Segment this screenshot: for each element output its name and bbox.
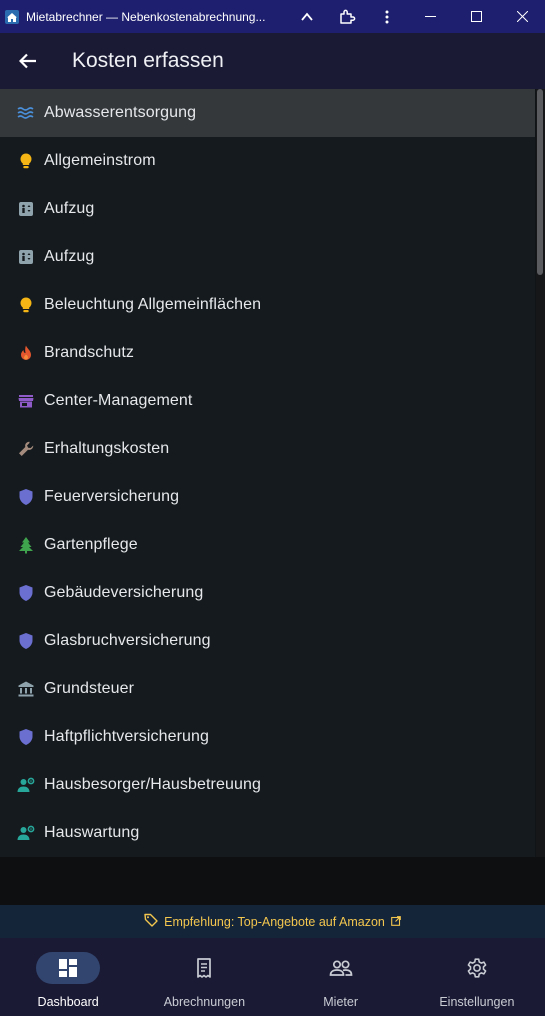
list-item-label: Hauswartung: [44, 824, 140, 841]
shield-icon: [16, 487, 36, 507]
scrollbar-thumb[interactable]: [537, 89, 543, 275]
bottom-navigation: Dashboard Abrechnungen Mieter Einstellun…: [0, 938, 545, 1016]
list-item-hausbesorger[interactable]: Hausbesorger/Hausbetreuung: [0, 761, 535, 809]
external-link-icon: [391, 915, 401, 929]
tree-icon: [16, 535, 36, 555]
list-item-erhaltungskosten[interactable]: Erhaltungskosten: [0, 425, 535, 473]
list-item-label: Aufzug: [44, 248, 95, 265]
list-item-haftpflichtversicherung[interactable]: Haftpflichtversicherung: [0, 713, 535, 761]
nav-label: Mieter: [323, 995, 358, 1009]
list-item-abwasserentsorgung[interactable]: Abwasserentsorgung: [0, 89, 535, 137]
minimize-icon[interactable]: [407, 0, 453, 33]
list-item-label: Brandschutz: [44, 344, 135, 361]
shield-icon: [16, 727, 36, 747]
list-item-aufzug[interactable]: Aufzug: [0, 233, 535, 281]
people-icon: [309, 952, 373, 984]
elevator-icon: [16, 199, 36, 219]
list-item-aufzug[interactable]: Aufzug: [0, 185, 535, 233]
lightbulb-icon: [16, 295, 36, 315]
banner-text: Empfehlung: Top-Angebote auf Amazon: [164, 914, 385, 929]
window-titlebar: Mietabrechner — Nebenkostenabrechnung...: [0, 0, 545, 33]
nav-label: Dashboard: [37, 995, 99, 1009]
nav-mieter[interactable]: Mieter: [273, 938, 409, 1016]
list-item-label: Gebäudeversicherung: [44, 584, 204, 601]
elevator-icon: [16, 247, 36, 267]
list-item-feuerversicherung[interactable]: Feuerversicherung: [0, 473, 535, 521]
shield-icon: [16, 583, 36, 603]
shield-icon: [16, 631, 36, 651]
list-item-allgemeinstrom[interactable]: Allgemeinstrom: [0, 137, 535, 185]
list-item-gebaeudeversicherung[interactable]: Gebäudeversicherung: [0, 569, 535, 617]
list-item-gartenpflege[interactable]: Gartenpflege: [0, 521, 535, 569]
list-item-label: Hausbesorger/Hausbetreuung: [44, 776, 261, 793]
list-item-label: Aufzug: [44, 200, 95, 217]
back-arrow-icon[interactable]: [0, 33, 56, 89]
bank-icon: [16, 679, 36, 699]
list-item-label: Grundsteuer: [44, 680, 135, 697]
list-item-label: Erhaltungskosten: [44, 440, 170, 457]
list-item-hauswartung[interactable]: Hauswartung: [0, 809, 535, 857]
list-item-label: Haftpflichtversicherung: [44, 728, 210, 745]
amazon-recommendation-banner[interactable]: Empfehlung: Top-Angebote auf Amazon: [0, 905, 545, 938]
list-item-label: Glasbruchversicherung: [44, 632, 211, 649]
empty-area: [0, 857, 545, 905]
list-item-label: Allgemeinstrom: [44, 152, 156, 169]
maximize-icon[interactable]: [453, 0, 499, 33]
list-item-beleuchtung[interactable]: Beleuchtung Allgemeinflächen: [0, 281, 535, 329]
nav-dashboard[interactable]: Dashboard: [0, 938, 136, 1016]
waves-icon: [16, 103, 36, 123]
nav-einstellungen[interactable]: Einstellungen: [409, 938, 545, 1016]
nav-label: Einstellungen: [439, 995, 515, 1009]
more-vert-icon[interactable]: [367, 0, 407, 33]
wrench-icon: [16, 439, 36, 459]
person-gear-icon: [16, 775, 36, 795]
list-item-grundsteuer[interactable]: Grundsteuer: [0, 665, 535, 713]
list-item-label: Center-Management: [44, 392, 193, 409]
list-item-label: Gartenpflege: [44, 536, 138, 553]
chevron-up-icon[interactable]: [287, 0, 327, 33]
dashboard-icon: [36, 952, 101, 984]
gear-icon: [445, 952, 509, 984]
close-icon[interactable]: [499, 0, 545, 33]
list-item-glasbruchversicherung[interactable]: Glasbruchversicherung: [0, 617, 535, 665]
nav-label: Abrechnungen: [163, 995, 246, 1009]
fire-icon: [16, 343, 36, 363]
receipt-icon: [172, 952, 236, 984]
app-bar: Kosten erfassen: [0, 33, 545, 89]
window-title: Mietabrechner — Nebenkostenabrechnung...: [26, 9, 266, 24]
tag-icon: [144, 913, 158, 930]
list-item-label: Abwasserentsorgung: [44, 104, 197, 121]
nav-abrechnungen[interactable]: Abrechnungen: [136, 938, 272, 1016]
cost-category-list: Abwasserentsorgung Allgemeinstrom Aufzug…: [0, 89, 535, 857]
storefront-icon: [16, 391, 36, 411]
list-item-brandschutz[interactable]: Brandschutz: [0, 329, 535, 377]
page-title: Kosten erfassen: [72, 49, 224, 72]
person-gear-icon: [16, 823, 36, 843]
lightbulb-icon: [16, 151, 36, 171]
list-item-label: Feuerversicherung: [44, 488, 180, 505]
extensions-icon[interactable]: [327, 0, 367, 33]
list-item-label: Beleuchtung Allgemeinflächen: [44, 296, 262, 313]
app-logo-icon: [0, 0, 24, 33]
list-scrollbar[interactable]: [536, 89, 545, 857]
list-item-center-management[interactable]: Center-Management: [0, 377, 535, 425]
